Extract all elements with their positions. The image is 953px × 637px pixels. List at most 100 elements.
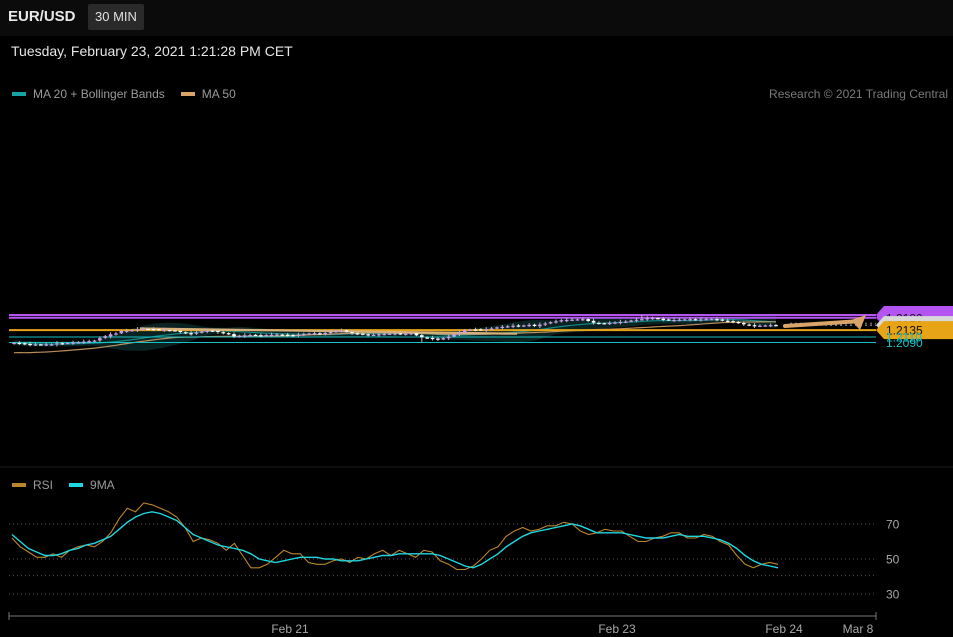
candle-body-22 [130,330,134,332]
candle-body-70 [387,333,392,335]
candle-body-107 [586,319,590,322]
candle-body-42 [237,335,242,338]
candle-body-83 [457,332,462,335]
candle-body-109 [597,322,601,325]
candle-body-62 [344,330,349,332]
candle-body-84 [462,330,467,333]
candle-body-41 [232,334,236,337]
candle-body-50 [280,334,285,336]
candle-body-2 [22,343,27,345]
candle-body-24 [140,328,145,330]
candle-body-86 [473,329,478,331]
candle-body-19 [114,333,118,335]
candle-body-9 [60,343,65,345]
candle-body-64 [355,333,360,335]
candle-body-61 [339,330,344,332]
candle-body-135 [736,321,741,324]
candle-body-126 [688,319,692,321]
candle-body-76 [420,335,424,338]
candle-body-81 [446,336,451,339]
candle-body-80 [441,338,446,340]
candle-body-127 [693,319,698,321]
candle-body-130 [709,319,714,321]
candle-body-20 [119,330,124,334]
candle-body-122 [666,319,671,321]
candle-body-58 [323,332,328,335]
candle-body-105 [575,319,580,321]
candle-body-36 [205,330,209,332]
candle-body-5 [39,344,43,346]
candle-body-48 [269,334,274,336]
candle-body-69 [382,333,387,336]
candle-body-54 [301,333,306,336]
candle-body-38 [216,330,220,333]
candle-body-15 [92,340,97,342]
candle-body-10 [65,343,70,345]
candle-body-103 [564,319,569,322]
candle-body-75 [414,333,419,336]
candle-body-57 [318,333,322,335]
candle-body-21 [124,330,129,332]
candle-body-78 [430,337,435,340]
time-tick-label-0: Feb 21 [271,622,309,636]
candle-body-7 [49,344,54,346]
candle-body-53 [296,334,301,336]
rsi-tick-label-2: 30 [886,588,900,602]
candle-body-139 [758,325,762,327]
candle-body-14 [87,341,91,343]
candle-body-95 [521,325,526,327]
candle-body-142 [774,325,778,327]
candle-body-102 [559,320,564,322]
candle-body-32 [183,332,188,334]
candle-body-59 [328,332,333,334]
rsi-line [11,502,779,571]
candle-body-39 [221,332,226,334]
candle-body-113 [618,321,623,324]
candle-body-104 [570,319,574,321]
candle-body-25 [146,328,150,331]
candle-body-112 [613,322,617,324]
candle-body-124 [677,319,682,321]
candle-body-63 [350,332,354,334]
candle-body-128 [699,319,703,321]
candle-body-16 [98,338,102,341]
candle-body-91 [500,326,505,329]
time-tick-label-1: Feb 23 [598,622,636,636]
candle-body-123 [672,319,676,322]
candle-body-8 [55,343,59,345]
candle-body-74 [409,333,413,335]
candle-body-134 [731,321,735,323]
candle-body-56 [312,333,317,335]
candle-body-12 [76,342,81,344]
rsi-tick-label-0: 70 [886,518,900,532]
candle-body-108 [591,320,596,323]
candle-body-92 [505,326,510,328]
candle-body-52 [291,335,295,337]
candle-body-44 [248,335,252,337]
candle-body-17 [103,336,108,338]
time-tick-label-3: Mar 8 [843,622,874,636]
candle-body-66 [366,334,370,336]
candle-body-111 [607,322,612,325]
candle-body-87 [479,329,483,331]
candle-body-11 [71,342,75,344]
candle-body-121 [661,318,666,320]
candle-body-31 [178,330,183,333]
candle-body-82 [452,334,456,337]
candle-body-99 [543,323,548,325]
price-label-5: 1.2090 [886,336,923,350]
candle-body-89 [489,328,494,330]
candle-body-88 [484,329,489,331]
candle-body-23 [135,329,140,331]
candle-body-90 [495,327,499,329]
candle-body-35 [200,331,204,333]
candle-body-73 [403,333,408,335]
candle-body-140 [763,325,768,327]
price-chart[interactable]: 1.21901.21801.21531.21351.21101.20907050… [0,0,953,637]
candle-body-33 [189,333,193,335]
candle-body-72 [398,333,403,335]
time-tick-label-2: Feb 24 [765,622,803,636]
candle-body-26 [151,329,156,331]
candle-body-118 [645,318,650,320]
candle-body-60 [334,330,338,333]
